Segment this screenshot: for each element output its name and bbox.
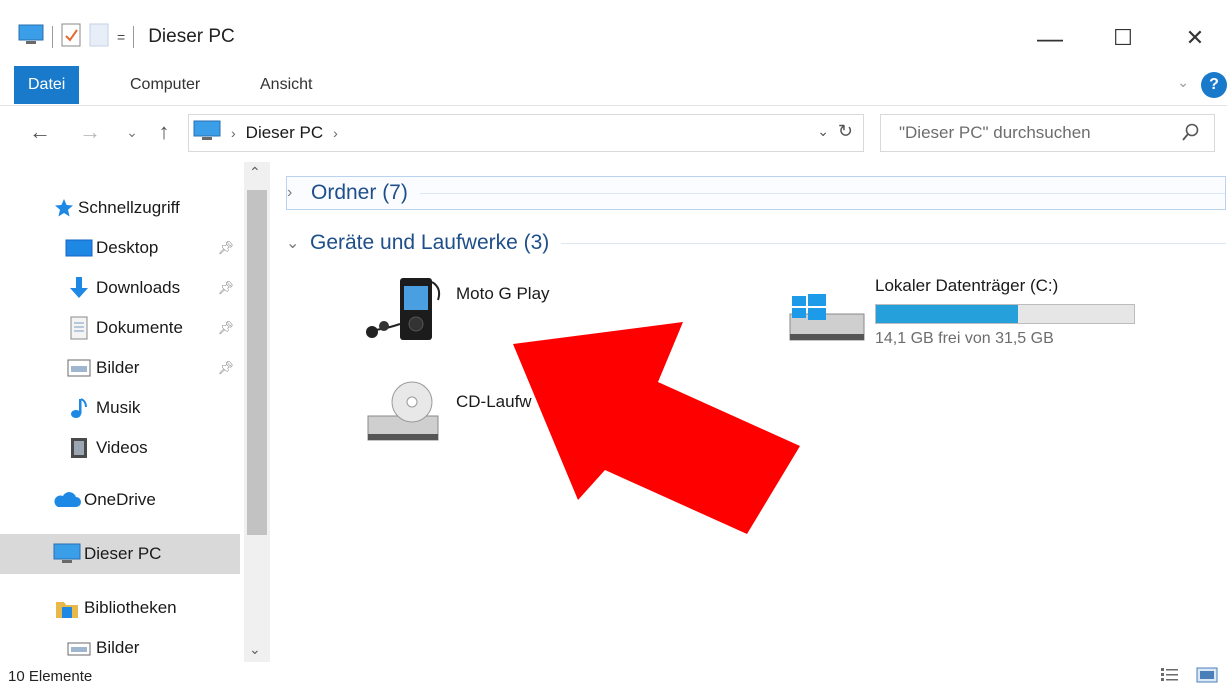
title-bar: = Dieser PC — ☐ ✕ — [0, 0, 1227, 66]
computer-icon — [193, 120, 221, 147]
chevron-down-icon[interactable]: ⌄ — [286, 233, 310, 253]
desktop-icon — [62, 238, 96, 258]
pin-icon[interactable]: 📌︎ — [217, 360, 234, 376]
sidebar-item-label: Desktop — [96, 238, 159, 257]
pin-icon[interactable]: 📌︎ — [217, 280, 234, 296]
sidebar-item-desktop[interactable]: Desktop 📌︎ — [0, 228, 240, 268]
download-icon — [62, 276, 96, 300]
star-icon — [50, 198, 78, 218]
up-button[interactable]: ↑ — [150, 118, 178, 146]
recent-locations-button[interactable]: ⌄ — [118, 118, 146, 146]
pictures-icon — [62, 639, 96, 657]
drive-free-space: 14,1 GB frei von 31,5 GB — [875, 330, 1054, 347]
breadcrumb-separator[interactable]: › — [333, 125, 338, 141]
forward-button[interactable]: → — [76, 118, 104, 146]
sidebar-item-videos[interactable]: Videos — [0, 428, 240, 468]
sidebar-item-label: Dokumente — [96, 318, 183, 337]
maximize-button[interactable]: ☐ — [1098, 18, 1148, 58]
toolbar-separator — [133, 26, 135, 48]
computer-icon — [18, 24, 44, 51]
sidebar-item-bilder[interactable]: Bilder 📌︎ — [0, 348, 240, 388]
group-label: Ordner (7) — [311, 181, 408, 204]
scroll-up-icon[interactable]: ⌃ — [249, 164, 261, 181]
sidebar-item-musik[interactable]: Musik — [0, 388, 240, 428]
tab-computer[interactable]: Computer — [116, 66, 214, 104]
tab-ansicht[interactable]: Ansicht — [246, 66, 326, 104]
window-title: Dieser PC — [148, 26, 235, 47]
library-icon — [50, 597, 84, 619]
expand-ribbon-icon[interactable]: ⌄ — [1177, 74, 1189, 91]
device-tile-moto-g-play[interactable]: Moto G Play — [360, 274, 660, 354]
sidebar-item-label: Bilder — [96, 358, 140, 377]
sidebar-item-label: Downloads — [96, 278, 181, 297]
group-header-geraete[interactable]: ⌄ Geräte und Laufwerke (3) — [286, 226, 1226, 260]
chevron-right-icon[interactable]: › — [287, 184, 311, 202]
help-button[interactable]: ? — [1201, 72, 1227, 98]
tab-datei[interactable]: Datei — [14, 66, 80, 104]
large-icons-view-icon[interactable] — [1196, 666, 1218, 688]
scroll-down-icon[interactable]: ⌄ — [249, 641, 261, 658]
address-history-dropdown[interactable]: ⌄ — [817, 123, 829, 140]
back-button[interactable]: ← — [26, 118, 54, 146]
breadcrumb-separator: › — [231, 125, 236, 141]
address-bar[interactable]: › Dieser PC › ⌄ ↻ — [188, 114, 864, 152]
status-bar: 10 Elemente — [0, 662, 1227, 693]
sidebar-item-label: Videos — [96, 438, 148, 457]
sidebar-item-bibliotheken[interactable]: Bibliotheken — [0, 588, 240, 628]
sidebar-item-label: Bibliotheken — [84, 598, 177, 617]
toolbar-separator — [52, 26, 53, 48]
group-header-ordner[interactable]: › Ordner (7) — [286, 176, 1226, 210]
device-name: CD-Laufw — [456, 392, 532, 411]
scrollbar-thumb[interactable] — [247, 190, 267, 535]
device-name: Moto G Play — [456, 284, 550, 303]
navigation-pane: Schnellzugriff Desktop 📌︎ Downloads 📌︎ D… — [0, 162, 272, 662]
sidebar-item-label: Schnellzugriff — [78, 198, 180, 217]
drive-usage-bar — [875, 304, 1135, 324]
sidebar-item-dokumente[interactable]: Dokumente 📌︎ — [0, 308, 240, 348]
item-count: 10 Elemente — [8, 668, 93, 685]
sidebar-item-downloads[interactable]: Downloads 📌︎ — [0, 268, 240, 308]
search-icon[interactable] — [1182, 123, 1200, 148]
customize-toolbar-icon[interactable]: = — [117, 29, 125, 45]
minimize-button[interactable]: — — [1025, 18, 1075, 58]
breadcrumb-dieser-pc[interactable]: Dieser PC — [246, 123, 323, 143]
media-player-icon — [360, 274, 444, 353]
cloud-icon — [50, 491, 84, 509]
computer-icon — [50, 543, 84, 565]
navigation-pane-scrollbar[interactable]: ⌃ ⌄ — [244, 162, 270, 662]
quick-access-toolbar: = Dieser PC — [18, 22, 235, 52]
navigation-bar: ← → ⌄ ↑ › Dieser PC › ⌄ ↻ "Dieser PC" du… — [0, 106, 1227, 162]
group-divider — [561, 242, 1226, 244]
close-button[interactable]: ✕ — [1170, 18, 1220, 58]
videos-icon — [62, 437, 96, 459]
sidebar-item-onedrive[interactable]: OneDrive — [0, 480, 240, 520]
group-label: Geräte und Laufwerke (3) — [310, 231, 550, 254]
search-placeholder: "Dieser PC" durchsuchen — [899, 123, 1091, 142]
pin-icon[interactable]: 📌︎ — [217, 240, 234, 256]
document-icon — [62, 316, 96, 340]
sidebar-item-label: Musik — [96, 398, 141, 417]
music-icon — [62, 397, 96, 419]
device-tile-cd-drive[interactable]: CD-Laufw — [360, 374, 660, 454]
sidebar-item-label: Dieser PC — [84, 544, 162, 563]
cd-drive-icon — [360, 374, 444, 453]
properties-icon[interactable] — [61, 23, 81, 52]
windows-drive-icon[interactable] — [782, 274, 882, 354]
sidebar-item-schnellzugriff[interactable]: Schnellzugriff — [0, 188, 240, 228]
group-divider — [419, 192, 1225, 194]
details-view-icon[interactable] — [1160, 666, 1182, 688]
drive-usage-fill — [876, 305, 1019, 323]
drive-name[interactable]: Lokaler Datenträger (C:) — [875, 276, 1058, 296]
ribbon-tabs: Datei Computer Ansicht ⌄ ? — [0, 66, 1227, 106]
refresh-icon[interactable]: ↻ — [838, 121, 853, 142]
pictures-icon — [62, 359, 96, 377]
new-folder-icon[interactable] — [89, 23, 109, 52]
sidebar-item-label: OneDrive — [84, 490, 156, 509]
sidebar-item-label: Bilder — [96, 638, 140, 657]
search-input[interactable]: "Dieser PC" durchsuchen — [880, 114, 1215, 152]
content-pane: › Ordner (7) ⌄ Geräte und Laufwerke (3) … — [272, 162, 1227, 662]
sidebar-item-dieser-pc[interactable]: Dieser PC — [0, 534, 240, 574]
pin-icon[interactable]: 📌︎ — [217, 320, 234, 336]
